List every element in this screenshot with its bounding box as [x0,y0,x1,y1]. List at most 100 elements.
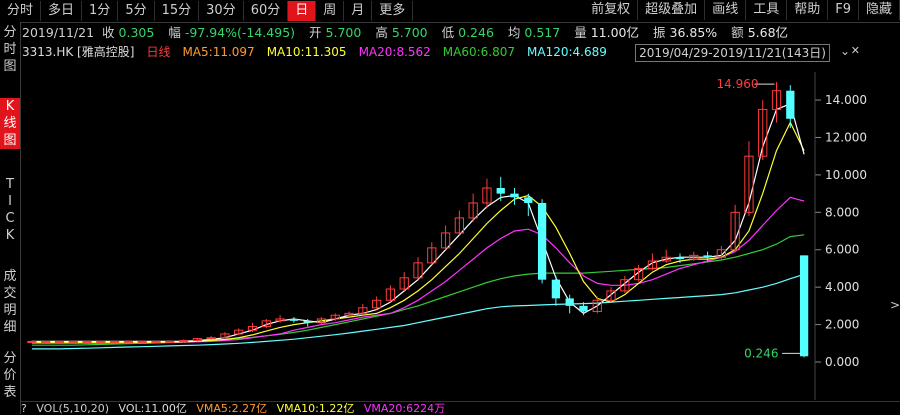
toolbar-right-button-1[interactable]: 超级叠加 [638,0,706,20]
candle-body [786,90,795,119]
vol-params: VOL(5,10,20) [36,402,110,415]
candle-body [82,340,92,343]
close-icon[interactable]: ✕ [851,44,860,57]
leftnav-item-4[interactable]: 分价表 [0,350,20,401]
chevron-right-icon[interactable]: > [890,298,900,312]
candle-body [123,340,134,343]
avg-label: 均 [507,25,521,40]
toolbar-right-button-3[interactable]: 工具 [746,0,788,20]
candle-body [54,340,65,343]
chevron-down-icon[interactable]: ⌄ [840,44,850,58]
toolbar-right-button-4[interactable]: 帮助 [787,0,829,20]
ma120-legend: MA120:4.689 [527,45,607,59]
candle-body [496,188,505,194]
candle-body [303,320,312,323]
quote-info-line: 2019/11/21 收 0.305 幅 -97.94%(-14.495) 开 5.7… [22,23,798,43]
toolbar-right-button-5[interactable]: F9 [828,0,859,20]
close-label: 收 [102,25,115,40]
amplitude-label: 振 [653,25,666,40]
y-tick-label: 14.000 [825,93,867,107]
candle-body [165,340,175,343]
toolbar-right: 前复权 超级叠加 画线 工具 帮助 F9 隐藏 [584,0,900,22]
left-nav: 分时图 K线图 TICK 成交明细分价表 [0,22,21,414]
toolbar-right-button-0[interactable]: 前复权 [584,0,639,20]
high-label: 高 [375,25,388,40]
period-tab-3[interactable]: 5分 [118,1,155,21]
low-label: 低 [441,25,455,40]
leftnav-item-1[interactable]: K线图 [0,98,20,149]
period-tab-6[interactable]: 60分 [244,1,289,21]
vma10-value: VMA10:1.22亿 [276,402,355,415]
ma-legend-line: 3313.HK [雅高控股] 日线 MA5:11.097 MA10:11.305… [22,43,619,61]
vma20-value: VMA20:6224万 [363,402,446,415]
period-tab-0[interactable]: 分时 [0,1,42,21]
open-label: 开 [309,25,322,40]
stock-symbol: 3313.HK [雅高控股] [22,45,135,59]
candle-body [109,340,120,343]
toolbar-right-button-6[interactable]: 隐藏 [859,0,900,20]
y-tick-label: 4.000 [825,280,859,294]
kline-type[interactable]: 日线 [146,43,170,61]
leftnav-item-2[interactable]: TICK [0,176,20,244]
candle-body [68,340,78,343]
period-tab-9[interactable]: 月 [344,1,373,21]
period-tab-8[interactable]: 周 [316,1,345,21]
candle-body [537,202,547,280]
ma20-legend: MA20:8.562 [358,45,431,59]
ma10-line [31,121,805,343]
candle-body [551,279,561,299]
max-price-label: 14.960 [717,77,759,91]
leftnav-item-3[interactable]: 成交明细 [0,268,20,336]
y-tick-label: 6.000 [825,243,859,257]
ma60-line [31,234,805,346]
y-tick-label: 2.000 [825,318,859,332]
leftnav-item-0[interactable]: 分时图 [0,24,20,75]
open-value: 5.700 [325,25,362,40]
volume-value: 11.00亿 [590,25,640,40]
period-tab-10[interactable]: 更多 [372,1,414,21]
y-tick-label: 0.000 [825,355,859,369]
candle-body [96,340,106,343]
volume-indicator-line: ? VOL(5,10,20) VOL:11.00亿 VMA5:2.27亿 VMA… [21,401,900,415]
candle-body [524,197,533,203]
candle-body [41,340,51,343]
ma60-legend: MA60:6.807 [442,45,516,59]
ma120-line [31,273,805,350]
candle-body [565,298,574,306]
period-tab-7[interactable]: 日 [288,1,317,21]
close-value: 0.305 [118,25,155,40]
volume-label: 量 [574,25,587,40]
y-tick-label: 10.000 [825,168,867,182]
candle-body [703,255,712,258]
candle-body [151,340,161,343]
period-tab-2[interactable]: 1分 [82,1,119,21]
period-tab-5[interactable]: 30分 [199,1,244,21]
candle-body [137,340,147,343]
candle-body [178,339,189,342]
amount-label: 额 [731,25,744,40]
period-tab-4[interactable]: 15分 [155,1,200,21]
candle-body [675,257,685,260]
volume-collapse-icon[interactable]: ? [21,402,27,415]
candle-body [579,305,588,312]
avg-value: 0.517 [524,25,561,40]
ma5-legend: MA5:11.097 [182,45,255,59]
change-label: 幅 [168,25,181,40]
vol-value: VOL:11.00亿 [118,402,187,415]
candle-body [27,340,37,343]
high-value: 5.700 [391,25,428,40]
y-tick-label: 12.000 [825,130,867,144]
quote-date: 2019/11/21 [22,25,95,40]
period-tab-1[interactable]: 多日 [41,1,83,21]
kline-chart[interactable]: 14.000 12.000 10.000 8.000 6.000 4.000 2.000 0.… [21,60,900,400]
y-tick-label: 8.000 [825,205,859,219]
candle-body [206,337,216,340]
toolbar-right-button-2[interactable]: 画线 [705,0,747,20]
vma5-value: VMA5:2.27亿 [196,402,268,415]
candle-body [799,255,809,357]
candle-body [289,318,299,321]
change-value: -97.94%(-14.495) [184,25,296,40]
candle-body [510,193,519,198]
amount-value: 5.68亿 [747,25,789,40]
ma10-legend: MA10:11.305 [266,45,347,59]
